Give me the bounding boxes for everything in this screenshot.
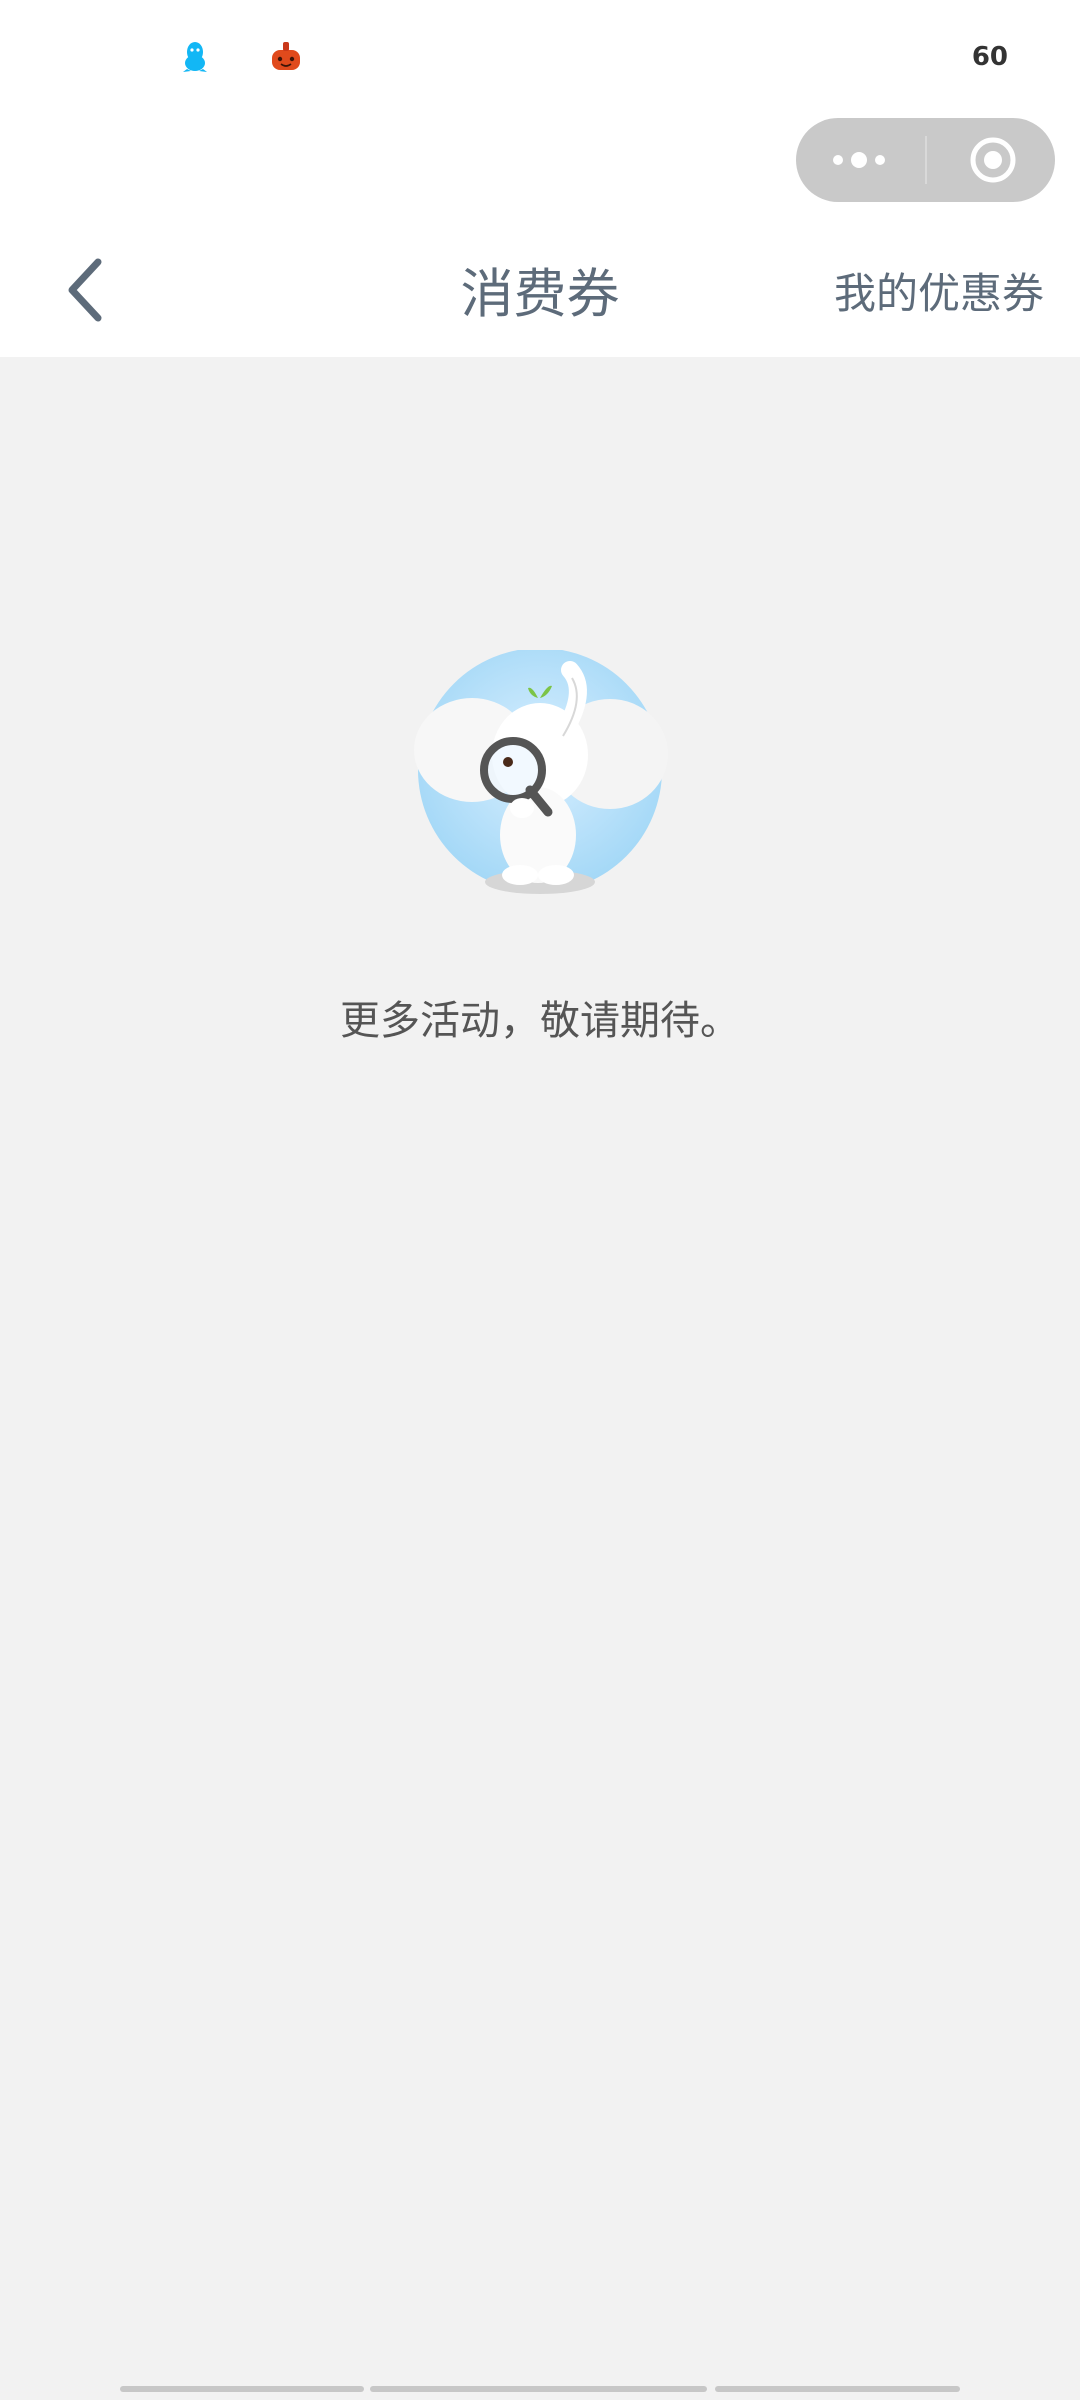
more-menu-button[interactable] xyxy=(796,118,925,202)
status-bar: 60 xyxy=(0,0,1080,118)
miniprogram-capsule xyxy=(796,118,1055,202)
top-header: 60 消费券 我的优惠券 xyxy=(0,0,1080,357)
close-miniprogram-button[interactable] xyxy=(927,118,1055,202)
red-app-icon xyxy=(272,42,300,70)
page-indicator xyxy=(120,2386,960,2394)
target-circle-icon xyxy=(970,137,1016,183)
elephant-with-magnifier-icon xyxy=(414,650,668,894)
qq-penguin-icon xyxy=(183,42,207,72)
navigation-bar: 消费券 我的优惠券 xyxy=(0,230,1080,357)
indicator-segment xyxy=(370,2386,707,2392)
battery-level: 60 xyxy=(971,42,1008,72)
my-coupons-link[interactable]: 我的优惠券 xyxy=(834,266,1044,322)
indicator-segment xyxy=(120,2386,364,2392)
indicator-segment xyxy=(715,2386,960,2392)
empty-state-message: 更多活动，敬请期待。 xyxy=(340,998,740,1044)
more-dots-icon xyxy=(833,152,885,168)
